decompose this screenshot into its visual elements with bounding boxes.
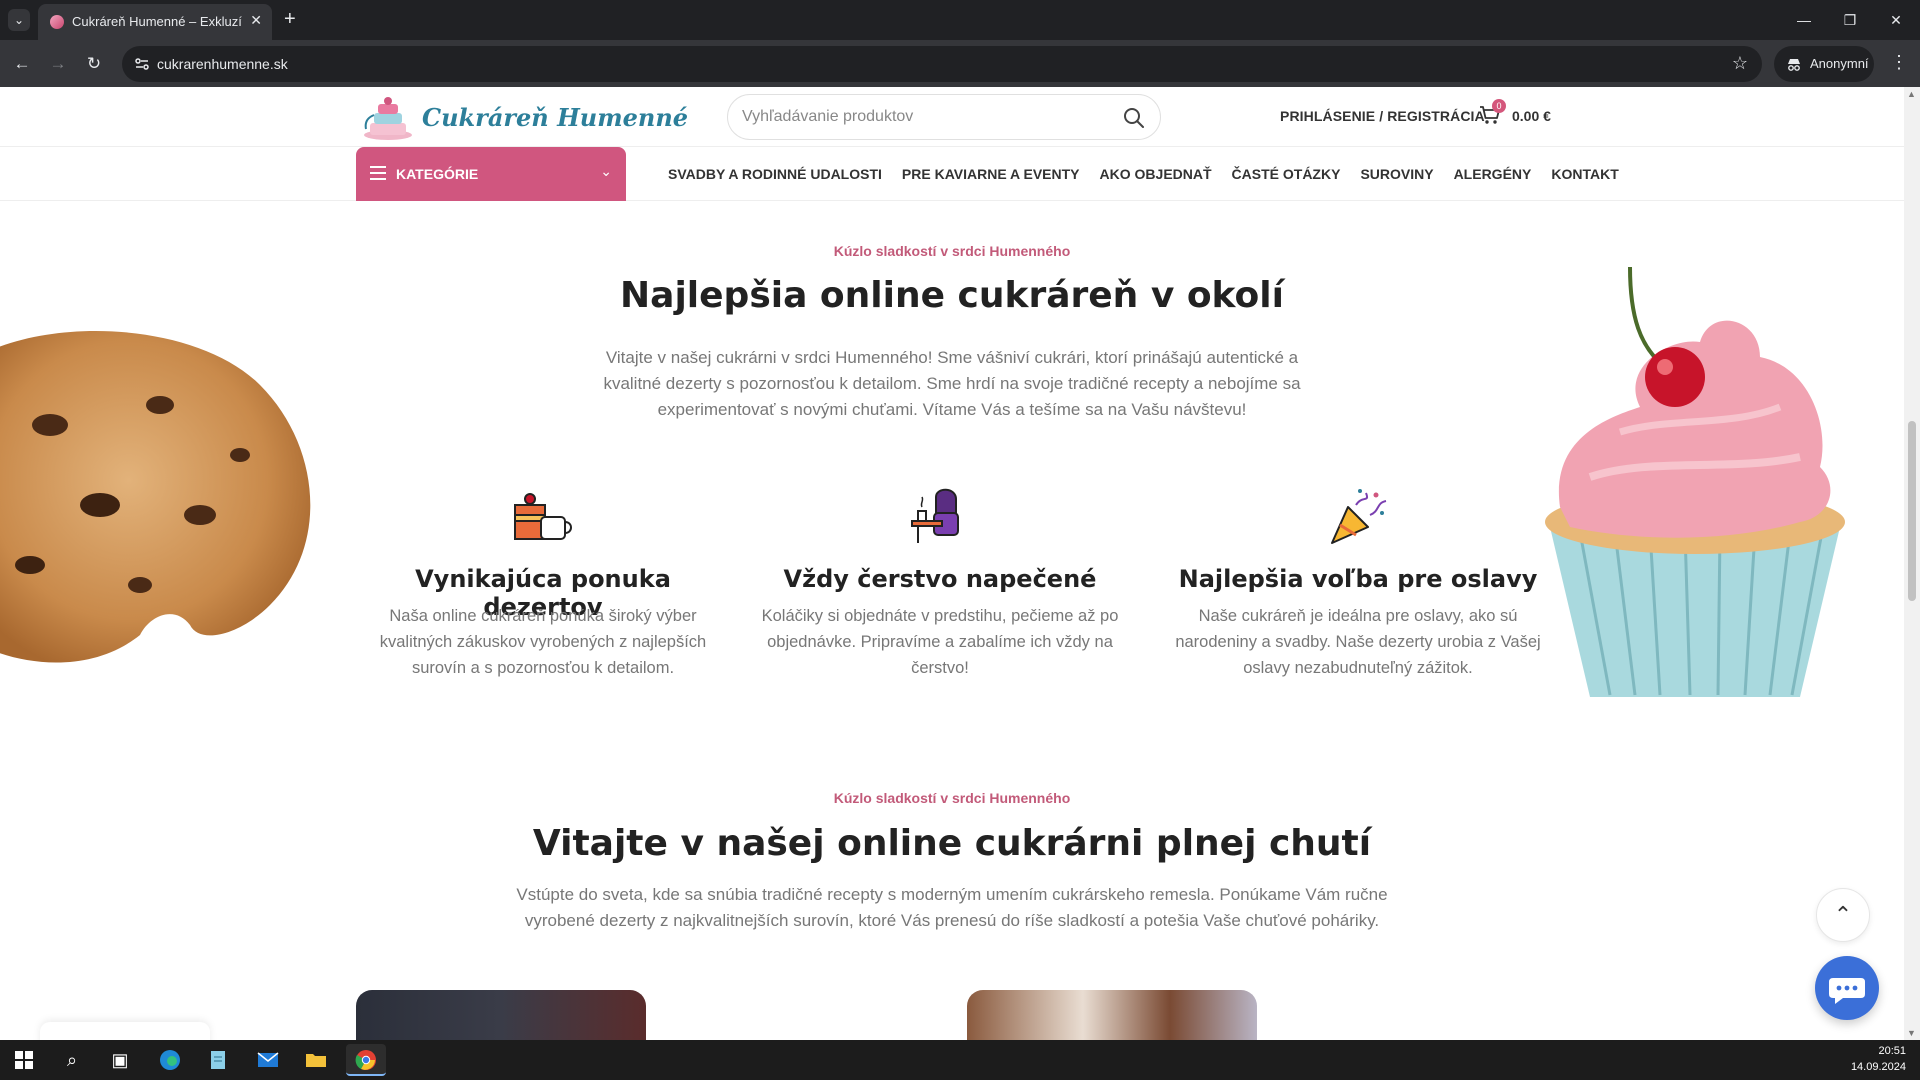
tab-close-icon[interactable]: ✕ — [250, 12, 262, 29]
scroll-down-arrow-icon[interactable]: ▼ — [1907, 1028, 1916, 1038]
system-clock[interactable]: 20:51 14.09.2024 — [1851, 1043, 1906, 1075]
scroll-to-top-button[interactable]: ⌃ — [1816, 888, 1870, 942]
scroll-up-arrow-icon[interactable]: ▲ — [1907, 89, 1916, 99]
nav-item-suroviny[interactable]: SUROVINY — [1360, 166, 1433, 182]
person-at-table-icon — [911, 488, 959, 543]
file-explorer-icon[interactable] — [296, 1044, 336, 1076]
chevron-down-icon: ⌄ — [600, 163, 612, 179]
reload-button[interactable]: ↻ — [82, 52, 106, 76]
section1-title: Najlepšia online cukráreň v okolí — [620, 275, 1284, 316]
incognito-icon — [1788, 59, 1800, 71]
section1-eyebrow: Kúzlo sladkostí v srdci Humenného — [833, 243, 1071, 259]
login-register-link[interactable]: PRIHLÁSENIE / REGISTRÁCIA — [1280, 108, 1485, 124]
clock-date: 14.09.2024 — [1850, 1061, 1906, 1073]
browser-tab-bar: ⌄ Cukráreň Humenné – Exkluzívn ✕ + — ❐ ✕ — [0, 0, 1920, 40]
site-logo[interactable]: Cukráreň Humenné — [362, 93, 688, 143]
section2-lead: Vstúpte do sveta, kde sa snúbia tradičné… — [516, 885, 1388, 930]
tab-title: Cukráreň Humenné – Exkluzívn — [72, 14, 242, 29]
new-tab-button[interactable]: + — [284, 8, 296, 30]
clock-time: 20:51 — [1878, 1045, 1906, 1057]
browser-toolbar: ← → ↻ cukrarenhumenne.sk ☆ Anonymní ⋮ — [0, 40, 1920, 87]
nav-item-alergeny[interactable]: ALERGÉNY — [1454, 166, 1532, 182]
cart-count-badge: 0 — [1492, 99, 1506, 113]
nav-item-caste-otazky[interactable]: ČASTÉ OTÁZKY — [1232, 166, 1341, 182]
start-button[interactable] — [4, 1044, 44, 1076]
nav-menu: SVADBY A RODINNÉ UDALOSTI PRE KAVIARNE A… — [668, 147, 1619, 201]
cupcake-image — [1545, 266, 1845, 697]
close-window-button[interactable]: ✕ — [1876, 8, 1916, 32]
nav-item-kontakt[interactable]: KONTAKT — [1551, 166, 1618, 182]
cookie-notice-tab[interactable] — [40, 1022, 210, 1040]
feature-text: Naša online cukráreň ponúka široký výber… — [379, 607, 707, 677]
section2-eyebrow: Kúzlo sladkostí v srdci Humenného — [833, 790, 1071, 806]
hamburger-icon — [370, 166, 386, 180]
windows-logo-icon — [15, 1051, 33, 1069]
tab-search-button[interactable]: ⌄ — [8, 9, 30, 31]
section1-lead: Vitajte v našej cukrárni v srdci Humenné… — [603, 348, 1301, 419]
browser-tab[interactable]: Cukráreň Humenné – Exkluzívn ✕ — [38, 4, 272, 40]
browser-menu-icon[interactable]: ⋮ — [1890, 52, 1908, 73]
address-bar[interactable]: cukrarenhumenne.sk ☆ — [122, 46, 1762, 82]
forward-button[interactable]: → — [46, 52, 70, 76]
cake-coffee-icon — [514, 493, 572, 540]
restore-button[interactable]: ❐ — [1830, 8, 1870, 32]
nav-item-kaviarne[interactable]: PRE KAVIARNE A EVENTY — [902, 166, 1080, 182]
cake-logo-icon — [364, 97, 412, 140]
taskbar-search-icon[interactable]: ⌕ — [52, 1044, 92, 1076]
bookmark-star-icon[interactable]: ☆ — [1732, 53, 1748, 74]
site-header: Cukráreň Humenné PRIHLÁSENIE / REGISTRÁC… — [0, 87, 1904, 147]
feature-title: Vždy čerstvo napečené — [783, 565, 1097, 593]
incognito-profile-button[interactable]: Anonymní — [1774, 46, 1874, 82]
main-navigation: KATEGÓRIE ⌄ SVADBY A RODINNÉ UDALOSTI PR… — [0, 147, 1904, 201]
notepad-app-icon[interactable] — [198, 1044, 238, 1076]
logo-text: Cukráreň Humenné — [422, 103, 689, 132]
site-favicon-icon — [50, 15, 64, 29]
web-page: Cukráreň Humenné PRIHLÁSENIE / REGISTRÁC… — [0, 87, 1904, 1040]
search-box[interactable] — [727, 94, 1161, 140]
categories-label: KATEGÓRIE — [396, 166, 479, 182]
back-button[interactable]: ← — [10, 52, 34, 76]
chrome-app-icon[interactable] — [346, 1044, 386, 1076]
section2-title: Vitajte v našej online cukrárni plnej ch… — [532, 823, 1372, 864]
mail-app-icon[interactable] — [248, 1044, 288, 1076]
cookie-image — [0, 331, 311, 663]
nav-item-ako-objednat[interactable]: AKO OBJEDNAŤ — [1100, 166, 1212, 182]
chat-button[interactable] — [1815, 956, 1879, 1020]
feature-title: Najlepšia voľba pre oslavy — [1178, 565, 1538, 593]
search-input[interactable] — [742, 106, 1102, 128]
site-settings-icon[interactable] — [134, 56, 150, 72]
nav-item-svadby[interactable]: SVADBY A RODINNÉ UDALOSTI — [668, 166, 882, 182]
task-view-icon[interactable]: ▣ — [100, 1044, 140, 1076]
url-text: cukrarenhumenne.sk — [157, 56, 288, 72]
search-icon[interactable] — [1122, 106, 1146, 130]
minimize-button[interactable]: — — [1784, 8, 1824, 32]
edge-browser-icon[interactable] — [150, 1044, 190, 1076]
chat-bubble-icon — [1829, 978, 1865, 1004]
feature-text: Naše cukráreň je ideálna pre oslavy, ako… — [1175, 607, 1541, 677]
windows-taskbar: ⌕ ▣ 20:51 14.09.2024 — [0, 1040, 1920, 1080]
scrollbar-thumb[interactable] — [1908, 421, 1916, 601]
cart-total[interactable]: 0.00 € — [1512, 108, 1551, 124]
gallery-image-1[interactable] — [356, 990, 646, 1040]
page-scrollbar[interactable]: ▲ ▼ — [1904, 87, 1920, 1040]
gallery-image-2[interactable] — [967, 990, 1257, 1040]
party-popper-icon — [1331, 489, 1387, 544]
feature-text: Koláčiky si objednáte v predstihu, pečie… — [761, 607, 1119, 677]
categories-dropdown[interactable]: KATEGÓRIE ⌄ — [356, 147, 626, 201]
profile-label: Anonymní — [1810, 56, 1869, 71]
